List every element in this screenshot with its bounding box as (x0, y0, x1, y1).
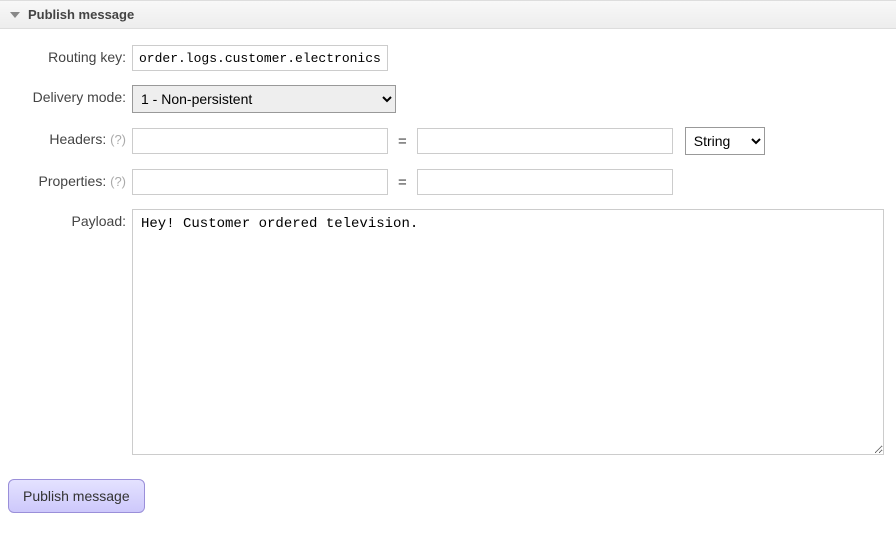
properties-label: Properties: (?) (4, 169, 132, 189)
publish-message-button[interactable]: Publish message (8, 479, 145, 513)
payload-textarea[interactable] (132, 209, 884, 455)
headers-key-input[interactable] (132, 128, 388, 154)
collapse-arrow-icon (10, 12, 20, 18)
equals-sign: = (388, 174, 417, 191)
delivery-mode-select[interactable]: 1 - Non-persistent (132, 85, 396, 113)
payload-row: Payload: (4, 209, 892, 455)
section-title: Publish message (28, 7, 134, 22)
headers-row: Headers: (?) = String (4, 127, 892, 155)
properties-help-icon[interactable]: (?) (110, 174, 126, 189)
equals-sign: = (388, 133, 417, 150)
delivery-mode-label: Delivery mode: (4, 85, 132, 105)
headers-help-icon[interactable]: (?) (110, 132, 126, 147)
properties-row: Properties: (?) = (4, 169, 892, 195)
routing-key-row: Routing key: (4, 45, 892, 71)
headers-label-text: Headers: (49, 131, 106, 147)
headers-type-select[interactable]: String (685, 127, 765, 155)
properties-label-text: Properties: (39, 173, 107, 189)
headers-kv: = String (132, 127, 765, 155)
properties-kv: = (132, 169, 673, 195)
headers-label: Headers: (?) (4, 127, 132, 147)
routing-key-input[interactable] (132, 45, 388, 71)
publish-form: Routing key: Delivery mode: 1 - Non-pers… (0, 29, 896, 527)
headers-value-input[interactable] (417, 128, 673, 154)
delivery-mode-row: Delivery mode: 1 - Non-persistent (4, 85, 892, 113)
section-header[interactable]: Publish message (0, 0, 896, 29)
properties-key-input[interactable] (132, 169, 388, 195)
routing-key-label: Routing key: (4, 45, 132, 65)
payload-label: Payload: (4, 209, 132, 229)
properties-value-input[interactable] (417, 169, 673, 195)
